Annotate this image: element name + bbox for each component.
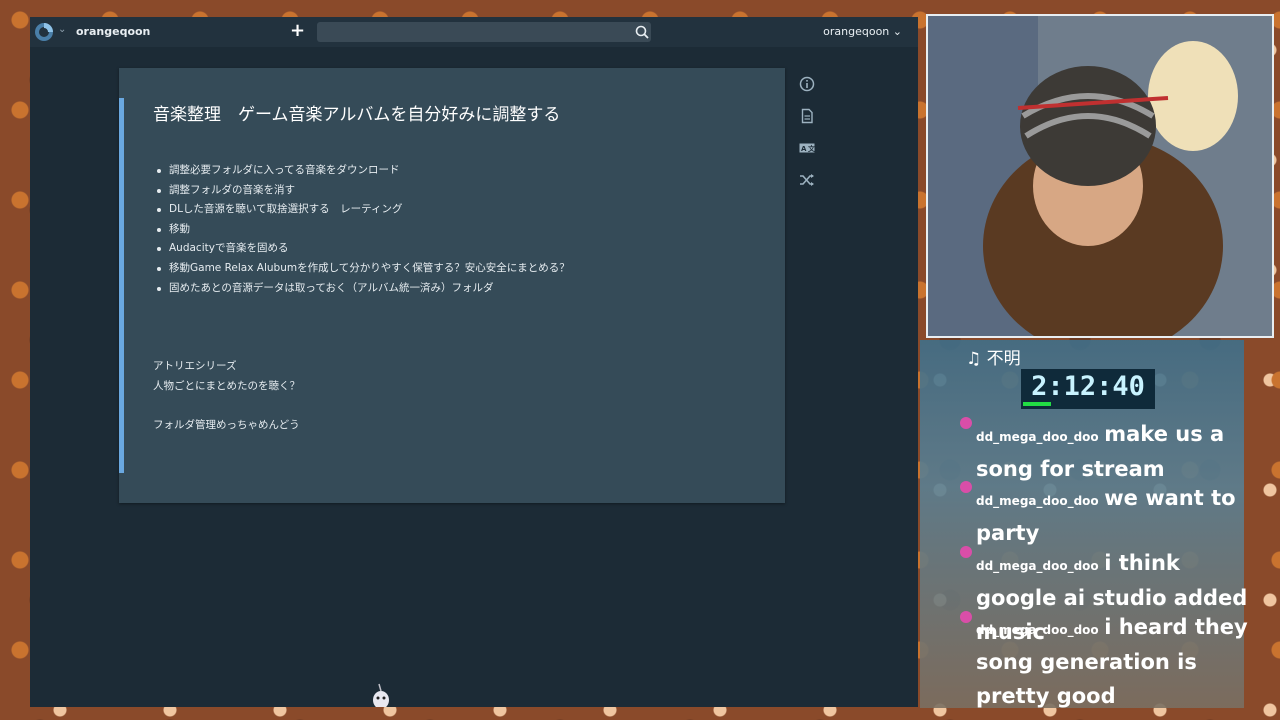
timer-progress-bar [1023,402,1051,406]
chat-badge-icon [960,481,972,493]
shuffle-icon[interactable] [799,172,815,188]
chat-message: dd_mega_doo_doo we want to party [976,482,1256,551]
stream-timer-value: 2:12:40 [1031,371,1145,402]
list-item: 移動Game Relax Alubumを作成して分かりやすく保管する？安心安全に… [157,259,570,279]
list-item: 調整フォルダの音楽を消す [157,181,570,201]
document-icon[interactable] [799,108,815,124]
chevron-down-icon[interactable]: ⌄ [58,24,66,35]
note-paragraph: アトリエシリーズ [153,360,237,372]
chat-username: dd_mega_doo_doo [976,494,1099,508]
now-playing: ♫ 不明 [966,349,1021,369]
note-paragraph: フォルダ管理めっちゃめんどう [153,419,300,431]
note-card[interactable]: 音楽整理 ゲーム音楽アルバムを自分好みに調整する 調整必要フォルダに入ってる音楽… [119,68,785,503]
webcam-image [928,16,1272,336]
notes-app-window: ⌄ orangeqoon + orangeqoon ⌄ 音楽整理 ゲーム音楽アル… [30,17,918,707]
chat-message: dd_mega_doo_doo i heard they song genera… [976,611,1256,714]
chat-username: dd_mega_doo_doo [976,559,1099,573]
list-item: 移動 [157,220,570,240]
top-bar: ⌄ orangeqoon + orangeqoon ⌄ [30,17,918,47]
webcam-feed [926,14,1274,338]
note-bullet-list: 調整必要フォルダに入ってる音楽をダウンロード 調整フォルダの音楽を消す DLした… [153,161,570,298]
account-name[interactable]: orangeqoon [76,25,150,38]
logo-icon[interactable] [34,22,54,42]
search-input[interactable] [317,22,651,42]
translate-icon[interactable]: A 文 [799,140,815,156]
chat-message: dd_mega_doo_doo make us a song for strea… [976,418,1256,487]
note-title: 音楽整理 ゲーム音楽アルバムを自分好みに調整する [153,105,561,125]
list-item: DLした音源を聴いて取捨選択する レーティング [157,200,570,220]
stream-timer: 2:12:40 [1021,369,1155,409]
svg-text:文: 文 [808,144,815,153]
svg-text:A: A [801,145,807,153]
user-menu[interactable]: orangeqoon ⌄ [823,25,902,38]
chat-badge-icon [960,546,972,558]
mascot-sprite [373,683,389,707]
list-item: Audacityで音楽を固める [157,239,570,259]
chat-badge-icon [960,417,972,429]
list-item: 固めたあとの音源データは取っておく（アルバム統一済み）フォルダ [157,279,570,299]
search-icon[interactable] [635,25,649,39]
chat-username: dd_mega_doo_doo [976,623,1099,637]
add-note-button[interactable]: + [290,22,305,40]
note-accent-bar [119,98,124,473]
info-icon[interactable] [799,76,815,92]
chat-username: dd_mega_doo_doo [976,430,1099,444]
note-paragraph: 人物ごとにまとめたのを聴く？ [153,380,300,392]
list-item: 調整必要フォルダに入ってる音楽をダウンロード [157,161,570,181]
chat-badge-icon [960,611,972,623]
user-menu-label: orangeqoon [823,25,890,38]
